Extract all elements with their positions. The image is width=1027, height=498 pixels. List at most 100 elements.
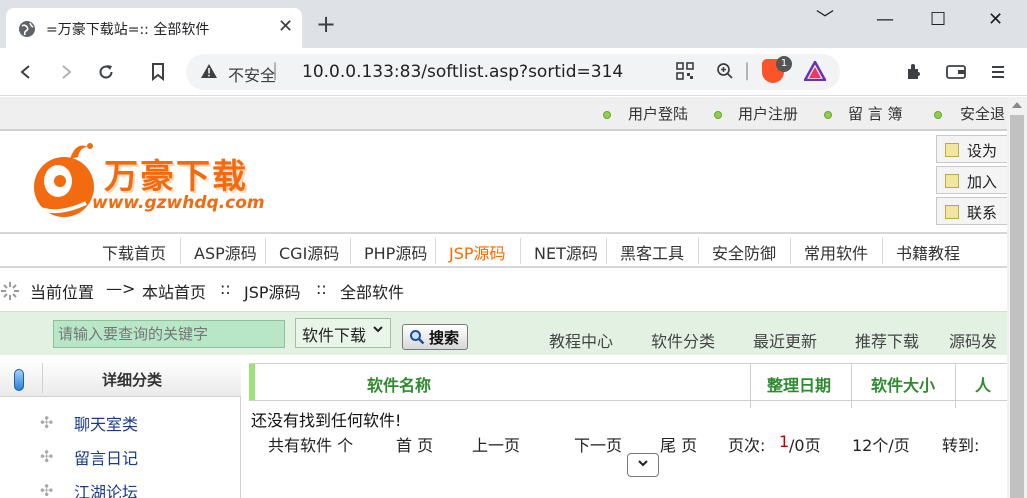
- page-current: 1: [779, 432, 790, 451]
- search-button-label: 搜索: [429, 329, 460, 347]
- site-header: 万豪下载 www.gzwhdq.com 设为 加入 联系: [0, 133, 1007, 233]
- pagination: 共有软件 个 首 页 上一页 下一页 尾 页 页次: 1 /0页 12个/页 转…: [249, 429, 1007, 455]
- page-scrollbar[interactable]: [1007, 97, 1027, 498]
- close-tab-icon[interactable]: ✕: [278, 17, 293, 37]
- column-header-popularity: 人: [975, 376, 992, 395]
- total-count: 共有软件 个: [268, 436, 354, 455]
- add-favorite-button[interactable]: 加入: [936, 166, 1007, 194]
- nav-item-asp[interactable]: ASP源码: [194, 240, 257, 264]
- url-text[interactable]: 10.0.0.133:83/softlist.asp?sortid=314: [302, 62, 623, 82]
- recent-updates-link[interactable]: 最近更新: [753, 328, 817, 352]
- forward-icon[interactable]: [54, 60, 78, 84]
- minimize-icon[interactable]: —: [876, 10, 894, 30]
- nav-divider: [265, 238, 266, 264]
- nav-item-home[interactable]: 下载首页: [102, 240, 166, 264]
- new-tab-icon[interactable]: +: [316, 12, 336, 36]
- close-window-icon[interactable]: ✕: [988, 10, 1003, 30]
- page-label: 页次:: [728, 436, 766, 455]
- column-divider: [851, 364, 852, 408]
- separator: |: [272, 60, 279, 81]
- maximize-icon[interactable]: ☐: [930, 10, 946, 30]
- search-type-select[interactable]: 软件下载: [295, 318, 391, 348]
- sidebar-title: 详细分类: [102, 371, 163, 389]
- wallet-icon[interactable]: [944, 60, 968, 84]
- login-link[interactable]: 用户登陆: [628, 103, 688, 124]
- brave-rewards-icon[interactable]: [802, 59, 828, 85]
- zoom-icon[interactable]: [716, 62, 734, 84]
- nav-item-jsp[interactable]: JSP源码: [449, 240, 506, 264]
- sidebar-item-label[interactable]: 留言日记: [74, 445, 138, 469]
- nav-divider: [698, 238, 699, 264]
- scroll-up-icon[interactable]: [1012, 102, 1022, 108]
- tab-title: =万豪下载站=:: 全部软件: [46, 22, 210, 38]
- separator: |: [744, 60, 751, 81]
- security-label[interactable]: 不安全: [228, 62, 276, 86]
- logo-mascot-icon[interactable]: [26, 137, 102, 225]
- logo-text[interactable]: 万豪下载: [104, 149, 248, 198]
- back-icon[interactable]: [14, 60, 38, 84]
- breadcrumb-label: 当前位置: [30, 283, 95, 302]
- warning-icon[interactable]: [200, 63, 218, 83]
- nav-item-php[interactable]: PHP源码: [364, 240, 427, 264]
- address-bar[interactable]: 不安全 | 10.0.0.133:83/softlist.asp?sortid=…: [186, 54, 840, 90]
- tutorial-center-link[interactable]: 教程中心: [549, 328, 613, 352]
- guestbook-link[interactable]: 留 言 簿: [848, 103, 903, 124]
- browser-tab[interactable]: =万豪下载站=:: 全部软件 ✕: [6, 8, 302, 48]
- spinner-icon: [0, 281, 20, 305]
- sidebar-item-forum[interactable]: ✣ 江湖论坛: [0, 473, 241, 498]
- empty-message: 还没有找到任何软件!: [251, 411, 402, 430]
- qr-code-icon[interactable]: [676, 62, 694, 84]
- search-icon: [409, 329, 425, 349]
- software-category-link[interactable]: 软件分类: [651, 328, 715, 352]
- nav-item-books[interactable]: 书籍教程: [896, 240, 960, 264]
- logo-url[interactable]: www.gzwhdq.com: [92, 193, 265, 213]
- sidebar-item-chatroom[interactable]: ✣ 聊天室类: [0, 405, 241, 439]
- sidebar-item-label[interactable]: 聊天室类: [74, 411, 138, 435]
- menu-icon[interactable]: [986, 60, 1010, 84]
- nav-item-net[interactable]: NET源码: [534, 240, 598, 264]
- nav-item-cgi[interactable]: CGI源码: [279, 240, 339, 264]
- keyword-input[interactable]: [53, 320, 285, 348]
- first-page-link[interactable]: 首 页: [396, 432, 433, 456]
- bullet-icon: [714, 111, 722, 119]
- bullet-icon: [824, 111, 832, 119]
- arrow-icon: [945, 143, 959, 157]
- source-publish-link[interactable]: 源码发: [949, 328, 997, 352]
- register-link[interactable]: 用户注册: [738, 103, 798, 124]
- breadcrumb-category-link[interactable]: JSP源码: [244, 279, 301, 303]
- recommended-downloads-link[interactable]: 推荐下载: [855, 328, 919, 352]
- tab-search-icon[interactable]: ﹀: [816, 10, 834, 30]
- extensions-icon[interactable]: [902, 60, 926, 84]
- last-page-link[interactable]: 尾 页: [660, 432, 697, 456]
- scrollbar-thumb[interactable]: [1010, 115, 1024, 498]
- logout-link[interactable]: 安全退: [960, 103, 1005, 124]
- table-header: 软件名称 整理日期 软件大小 人: [249, 363, 1007, 408]
- header-accent: [249, 364, 255, 400]
- bookmark-icon[interactable]: [146, 60, 170, 84]
- thermometer-icon: [14, 369, 24, 391]
- web-page: 用户登陆 用户注册 留 言 簿 安全退 万豪下载 www.gzwhdq.com …: [0, 97, 1007, 498]
- column-header-size: 软件大小: [871, 376, 936, 395]
- column-divider: [750, 364, 751, 408]
- nav-divider: [180, 238, 181, 264]
- sidebar-item-guestbook-diary[interactable]: ✣ 留言日记: [0, 439, 241, 473]
- main-nav: 下载首页 ASP源码 CGI源码 PHP源码 JSP源码 NET源码 黑客工具 …: [0, 232, 1007, 268]
- per-page: 12个/页: [852, 436, 910, 455]
- sidebar-header: 详细分类: [0, 359, 241, 397]
- nav-item-security[interactable]: 安全防御: [712, 240, 776, 264]
- software-list: 软件名称 整理日期 软件大小 人 还没有找到任何软件! 共有软件 个 首 页 上…: [249, 363, 1007, 498]
- reload-icon[interactable]: [94, 60, 118, 84]
- goto-page-select[interactable]: [627, 453, 659, 477]
- chevron-down-icon: [372, 323, 384, 339]
- nav-item-hacker-tools[interactable]: 黑客工具: [620, 240, 684, 264]
- breadcrumb-home-link[interactable]: 本站首页: [142, 279, 206, 303]
- contact-label: 联系: [967, 204, 998, 222]
- sidebar-item-label[interactable]: 江湖论坛: [74, 479, 138, 498]
- contact-button[interactable]: 联系: [936, 197, 1007, 225]
- search-type-value: 软件下载: [302, 326, 367, 345]
- next-page-link[interactable]: 下一页: [574, 432, 622, 456]
- nav-item-common-software[interactable]: 常用软件: [804, 240, 868, 264]
- search-button[interactable]: 搜索: [402, 324, 468, 350]
- set-homepage-button[interactable]: 设为: [936, 135, 1007, 163]
- prev-page-link[interactable]: 上一页: [472, 432, 520, 456]
